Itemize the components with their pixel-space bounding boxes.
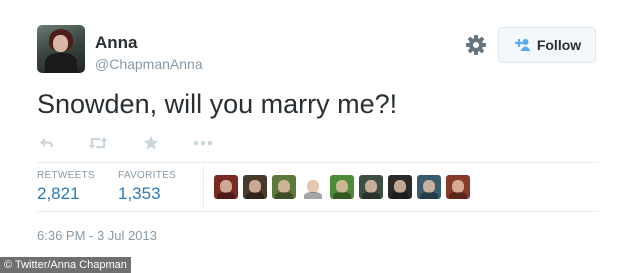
star-icon	[143, 135, 159, 150]
avatar-face	[53, 35, 68, 52]
stats-bottom-divider	[37, 211, 599, 212]
reply-icon	[40, 138, 54, 148]
favorite-action[interactable]	[143, 133, 159, 153]
favoriter-avatar[interactable]	[214, 175, 238, 199]
follow-button[interactable]: Follow	[498, 27, 596, 63]
retweet-action[interactable]	[87, 133, 109, 153]
retweets-count[interactable]: 2,821	[37, 184, 80, 204]
profile-avatar[interactable]	[37, 25, 85, 73]
gear-icon[interactable]	[464, 33, 488, 57]
more-action[interactable]	[193, 133, 213, 153]
reply-action[interactable]	[38, 133, 54, 153]
user-handle[interactable]: @ChapmanAnna	[95, 56, 203, 72]
user-display-name[interactable]: Anna	[95, 33, 138, 53]
favoriter-avatar[interactable]	[330, 175, 354, 199]
favorites-label: FAVORITES	[118, 170, 177, 181]
favoriter-avatar[interactable]	[388, 175, 412, 199]
add-user-icon	[514, 38, 531, 51]
avatar-body	[45, 53, 77, 73]
image-credit: © Twitter/Anna Chapman	[0, 257, 131, 273]
retweets-label: RETWEETS	[37, 170, 95, 181]
follow-button-label: Follow	[536, 37, 582, 53]
favoriter-avatar[interactable]	[359, 175, 383, 199]
favorites-count[interactable]: 1,353	[118, 184, 161, 204]
favoriter-avatar[interactable]	[301, 175, 325, 199]
tweet-text: Snowden, will you marry me?!	[37, 89, 398, 119]
retweet-icon	[88, 137, 108, 149]
tweet-timestamp[interactable]: 6:36 PM - 3 Jul 2013	[37, 228, 157, 243]
favoriter-avatar[interactable]	[272, 175, 296, 199]
favoriter-avatar[interactable]	[446, 175, 470, 199]
favoriters-avatar-list	[214, 175, 470, 199]
stats-separator	[203, 166, 204, 208]
favoriter-avatar[interactable]	[243, 175, 267, 199]
ellipsis-icon	[193, 140, 213, 146]
favoriter-avatar[interactable]	[417, 175, 441, 199]
stats-top-divider	[37, 162, 599, 163]
